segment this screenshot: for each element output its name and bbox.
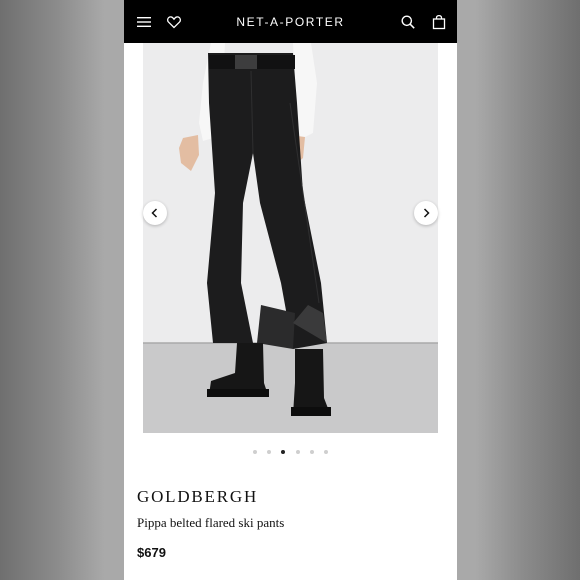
- gallery-dot[interactable]: [324, 450, 328, 454]
- search-icon[interactable]: [400, 14, 416, 30]
- designer-name[interactable]: GOLDBERGH: [137, 487, 258, 507]
- product-name: Pippa belted flared ski pants: [137, 515, 285, 530]
- gallery-dot[interactable]: [253, 450, 257, 454]
- previous-image-button[interactable]: [143, 201, 167, 225]
- gallery-dot[interactable]: [295, 450, 300, 454]
- gallery-dot[interactable]: [309, 450, 314, 454]
- bag-icon[interactable]: [431, 14, 447, 30]
- top-navigation-bar: NET-A-PORTER: [124, 0, 457, 43]
- product-image-gallery[interactable]: [143, 43, 438, 433]
- product-price: $679: [137, 545, 166, 560]
- phone-screen: NET-A-PORTER GOLDBERGH Pippa belted flar…: [124, 0, 457, 580]
- next-image-button[interactable]: [414, 201, 438, 225]
- product-image: [143, 43, 438, 433]
- gallery-dot[interactable]: [267, 450, 272, 454]
- gallery-dot[interactable]: [281, 450, 286, 454]
